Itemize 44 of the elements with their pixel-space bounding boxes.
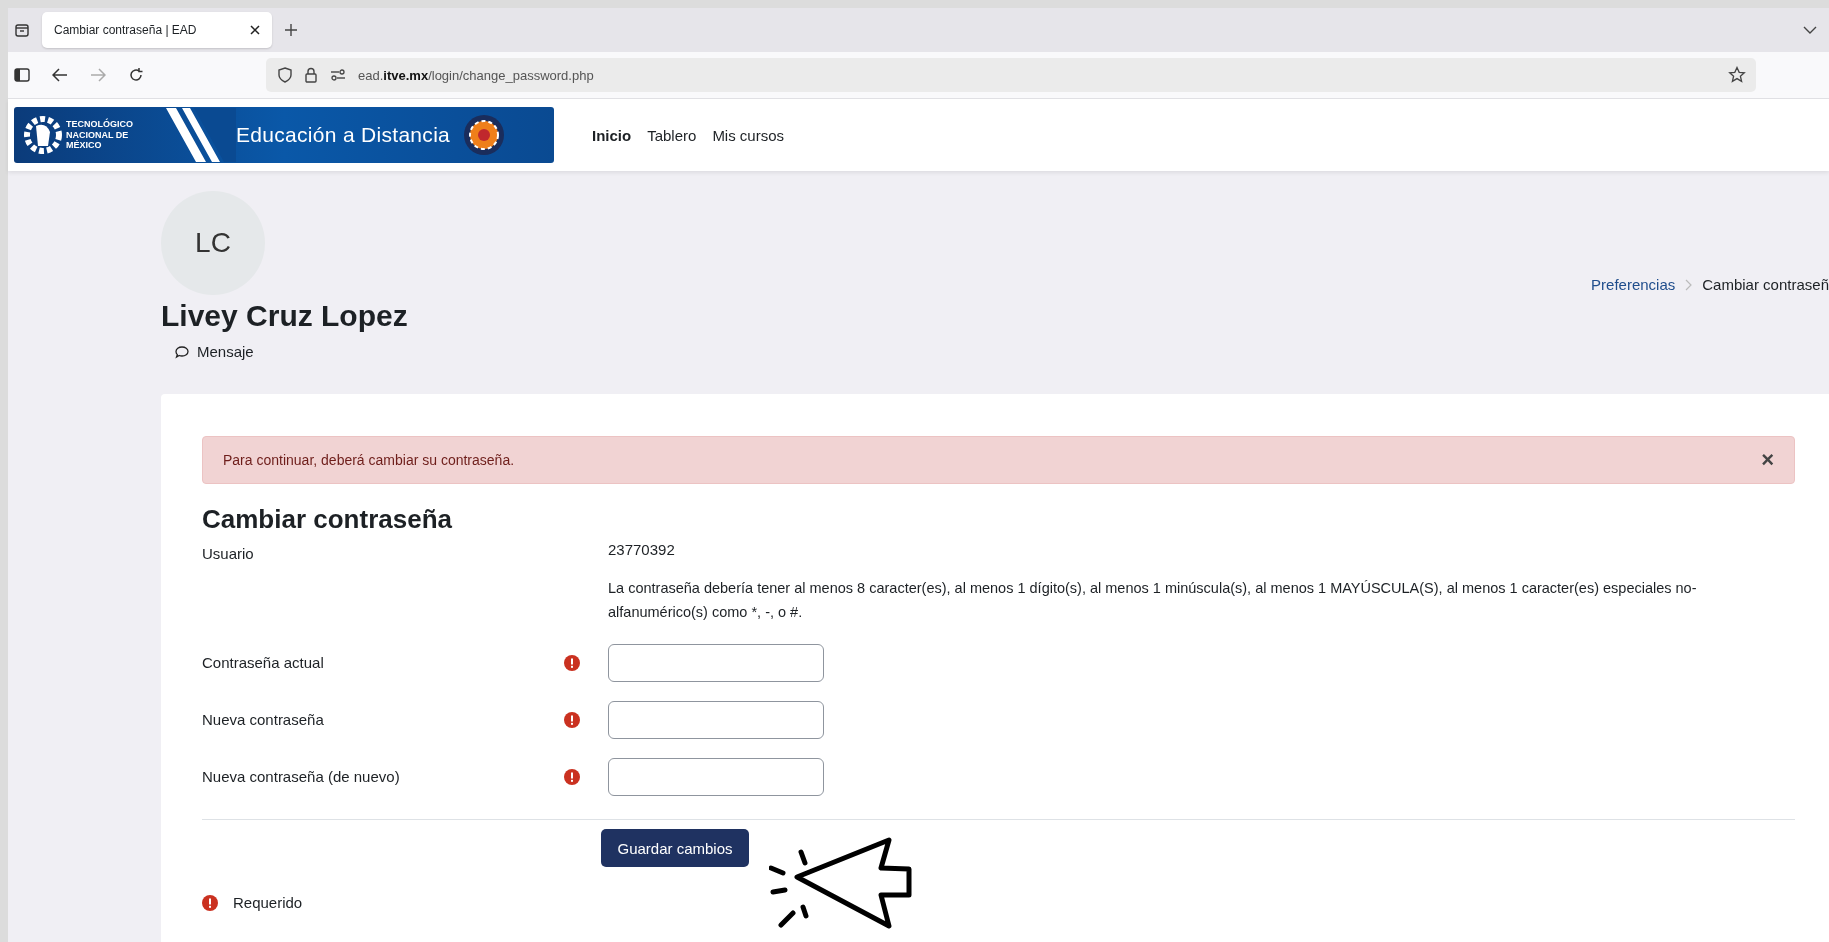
field-label: Contraseña actual [202,654,325,671]
password-field[interactable] [608,757,824,796]
site-title: Educación a Distancia [236,123,451,147]
lock-icon [304,67,318,83]
field-label: Nueva contraseña (de nuevo) [202,768,401,785]
site-banner[interactable]: TECNOLÓGICO NACIONAL DE MÉXICO Educación a Distancia [14,107,554,163]
save-button[interactable]: Guardar cambios [601,829,749,867]
field-label: Nueva contraseña [202,711,325,728]
back-arrow-icon[interactable] [52,68,68,82]
password-field[interactable] [608,700,824,739]
close-button[interactable]: × [1761,447,1774,473]
password-field[interactable] [608,643,824,682]
address-bar[interactable]: ead.itve.mx/login/change_password.php [266,58,1756,92]
shield-icon [278,67,292,83]
breadcrumb-current: Cambiar contraseñ [1702,276,1829,293]
tab-list-icon[interactable] [14,22,30,38]
speech-bubble-icon [175,344,189,359]
browser-tab[interactable]: Cambiar contraseña | EAD [42,12,272,48]
url-text: ead.itve.mx/login/change_password.php [358,67,594,83]
form-title: Cambiar contraseña [202,504,453,535]
chevron-right-icon [1685,278,1693,291]
diagonal-stripes-drawing [166,108,236,162]
close-icon[interactable] [250,25,260,35]
nav-link[interactable]: Tablero [647,126,697,144]
new-tab-icon[interactable] [284,23,298,37]
avatar-initials: LC [161,191,265,295]
alert-text: Para continuar, deberá cambiar su contraseña. [223,452,515,468]
password-policy-text: La contraseña debería tener al menos 8 caracter(es), al menos 1 dígito(s), al menos 1 minúscula(s), al menos 1 MAYÚSCULA(S), al menos 1 caracter(es) especiales no-alfanumérico(s) como *, -, o #. [608,579,1698,622]
field-label: Usuario [202,545,255,562]
star-icon[interactable] [1728,66,1746,84]
permissions-icon [330,69,346,81]
chevron-down-icon[interactable] [1803,25,1817,35]
required-legend: Requerido [233,894,303,911]
logo-text: TECNOLÓGICO NACIONAL DE MÉXICO [66,118,134,152]
sidebar-icon[interactable] [14,68,30,82]
breadcrumb-link[interactable]: Preferencias [1591,276,1676,293]
nav-link[interactable]: Inicio [592,126,632,144]
message-link[interactable]: Mensaje [175,343,254,360]
username-value: 23770392 [608,541,675,558]
reload-icon[interactable] [128,67,144,83]
user-name: Livey Cruz Lopez [161,299,408,333]
required-icon [202,894,218,911]
nav-link[interactable]: Mis cursos [712,126,785,144]
emblem-icon [462,113,507,157]
